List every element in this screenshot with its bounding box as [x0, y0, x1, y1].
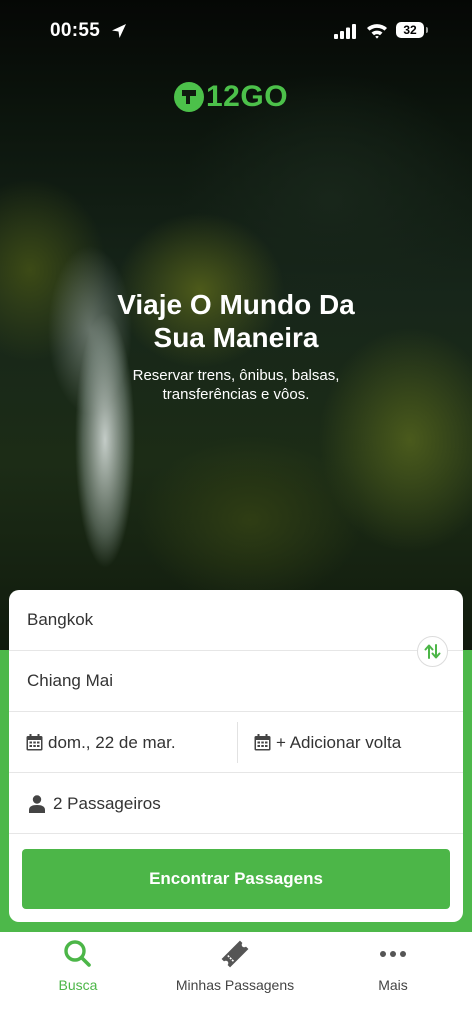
tab-label: Mais	[378, 977, 408, 993]
person-icon	[29, 794, 45, 813]
battery-icon: 32	[396, 22, 430, 40]
hero-title-line: Sua Maneira	[153, 322, 319, 353]
hero-subtitle-line: Reservar trens, ônibus, balsas,	[132, 367, 340, 384]
calendar-icon	[26, 734, 43, 751]
swap-button[interactable]	[417, 636, 448, 667]
tab-label: Minhas Passagens	[175, 977, 295, 993]
signal-icon	[334, 24, 356, 39]
date-row: dom., 22 de mar. + Adicionar volta	[9, 712, 463, 773]
brand-logo: 12GO	[174, 82, 288, 112]
tab-minhas-passagens[interactable]: Minhas Passagens	[160, 932, 310, 1002]
tab-bar: Busca Minhas Passagens Mais	[0, 932, 472, 1024]
status-bar: 00:55 32	[0, 0, 472, 62]
add-return-label: + Adicionar volta	[276, 732, 402, 752]
date-divider	[237, 722, 238, 763]
destination-field[interactable]: Chiang Mai	[9, 651, 463, 712]
search-form: Bangkok Chiang Mai dom., 22 de mar. + Ad…	[9, 590, 463, 922]
hero-title: Viaje O Mundo Da Sua Maneira	[0, 288, 472, 354]
passengers-value: 2 Passageiros	[53, 793, 161, 813]
hero-subtitle: Reservar trens, ônibus, balsas, transfer…	[0, 366, 472, 404]
departure-date-field[interactable]: dom., 22 de mar.	[26, 712, 236, 773]
passengers-cell: 2 Passageiros	[29, 773, 161, 834]
passengers-field[interactable]: 2 Passageiros	[9, 773, 463, 834]
wifi-icon	[367, 24, 387, 39]
add-return-field[interactable]: + Adicionar volta	[254, 712, 459, 773]
location-arrow-icon	[112, 24, 126, 38]
departure-date-value: dom., 22 de mar.	[48, 732, 176, 752]
tab-busca[interactable]: Busca	[28, 932, 128, 1002]
tab-label: Busca	[58, 977, 98, 993]
origin-value: Bangkok	[27, 610, 94, 629]
search-icon	[64, 940, 91, 967]
tab-mais[interactable]: Mais	[343, 932, 443, 1002]
logo-mark-icon	[174, 82, 204, 112]
more-icon	[380, 951, 406, 957]
logo-text: 12GO	[206, 80, 289, 113]
battery-level: 32	[396, 22, 424, 38]
hero-title-line: Viaje O Mundo Da	[117, 289, 355, 320]
calendar-icon	[254, 734, 271, 751]
hero-subtitle-line: transferências e vôos.	[162, 386, 310, 403]
find-tickets-button[interactable]: Encontrar Passagens	[22, 849, 450, 909]
swap-icon	[424, 644, 441, 659]
destination-value: Chiang Mai	[27, 671, 113, 690]
origin-field[interactable]: Bangkok	[9, 590, 463, 651]
status-time: 00:55	[50, 20, 101, 41]
ticket-icon	[221, 940, 249, 968]
